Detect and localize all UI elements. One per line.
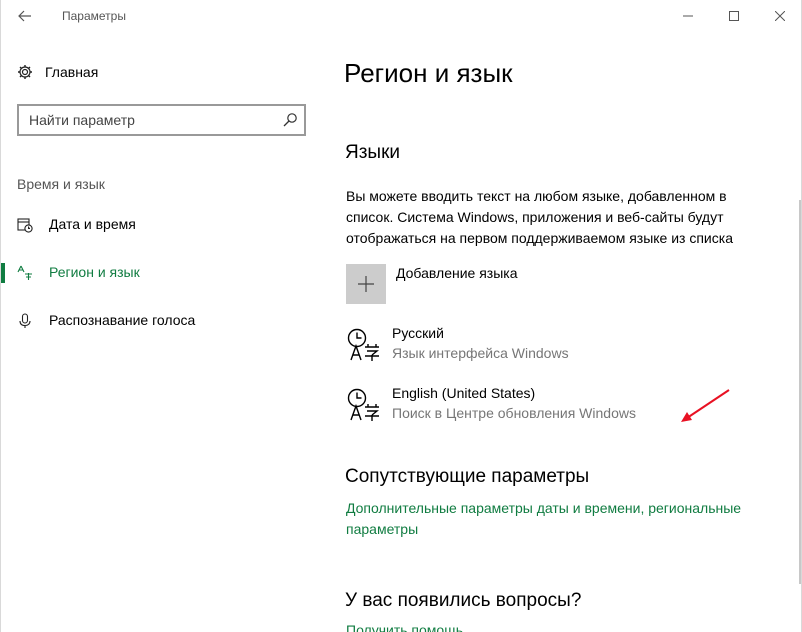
back-arrow-icon — [18, 10, 31, 22]
minimize-button[interactable] — [665, 0, 711, 32]
language-item-russian[interactable]: Русский Язык интерфейса Windows — [346, 325, 726, 369]
get-help-link[interactable]: Получить помощь — [346, 620, 776, 632]
add-language-label: Добавление языка — [396, 265, 518, 281]
search-box[interactable] — [17, 104, 306, 136]
sidebar: Главная Время и язык Дата и время — [1, 32, 321, 632]
maximize-button[interactable] — [711, 0, 757, 32]
microphone-icon — [19, 313, 31, 328]
language-icon — [347, 388, 379, 421]
window-title: Параметры — [62, 9, 126, 23]
sidebar-item-label: Дата и время — [49, 216, 136, 232]
minimize-icon — [683, 15, 693, 17]
language-name: Русский — [392, 325, 444, 341]
search-icon — [283, 113, 297, 127]
active-indicator — [1, 263, 5, 283]
back-button[interactable] — [11, 4, 39, 28]
sidebar-item-label: Регион и язык — [49, 264, 140, 280]
calendar-clock-icon — [17, 218, 33, 233]
languages-heading: Языки — [345, 142, 401, 163]
scrollbar[interactable] — [799, 200, 801, 584]
close-button[interactable] — [757, 0, 802, 32]
language-status: Язык интерфейса Windows — [392, 345, 569, 361]
questions-heading: У вас появились вопросы? — [345, 590, 582, 611]
sidebar-item-label: Распознавание голоса — [49, 312, 196, 328]
language-icon — [347, 328, 379, 361]
title-bar: Параметры — [1, 0, 801, 32]
language-status: Поиск в Центре обновления Windows — [392, 405, 636, 421]
sidebar-home[interactable]: Главная — [17, 60, 98, 84]
language-name: English (United States) — [392, 385, 536, 401]
close-icon — [775, 11, 785, 21]
annotation-arrow-icon — [681, 389, 730, 422]
sidebar-section-header: Время и язык — [17, 176, 105, 192]
settings-window: Параметры Главная Время и я — [0, 0, 802, 632]
region-language-icon — [17, 265, 32, 280]
sidebar-item-date-time[interactable]: Дата и время — [1, 205, 321, 245]
home-label: Главная — [45, 64, 99, 80]
page-title: Регион и язык — [344, 58, 513, 88]
sidebar-item-region-language[interactable]: Регион и язык — [1, 253, 321, 293]
plus-icon — [358, 276, 374, 292]
add-language-button[interactable]: Добавление языка — [346, 264, 518, 304]
maximize-icon — [729, 11, 739, 21]
sidebar-item-speech[interactable]: Распознавание голоса — [1, 301, 321, 341]
related-settings-heading: Сопутствующие параметры — [345, 466, 590, 487]
main-content: Регион и язык Языки Вы можете вводить те… — [321, 32, 801, 632]
additional-date-region-link[interactable]: Дополнительные параметры даты и времени,… — [346, 498, 776, 540]
gear-icon — [18, 65, 32, 79]
search-input[interactable] — [29, 111, 279, 129]
plus-tile — [346, 264, 386, 304]
languages-description: Вы можете вводить текст на любом языке, … — [346, 188, 733, 246]
language-item-english[interactable]: English (United States) Поиск в Центре о… — [346, 385, 726, 429]
